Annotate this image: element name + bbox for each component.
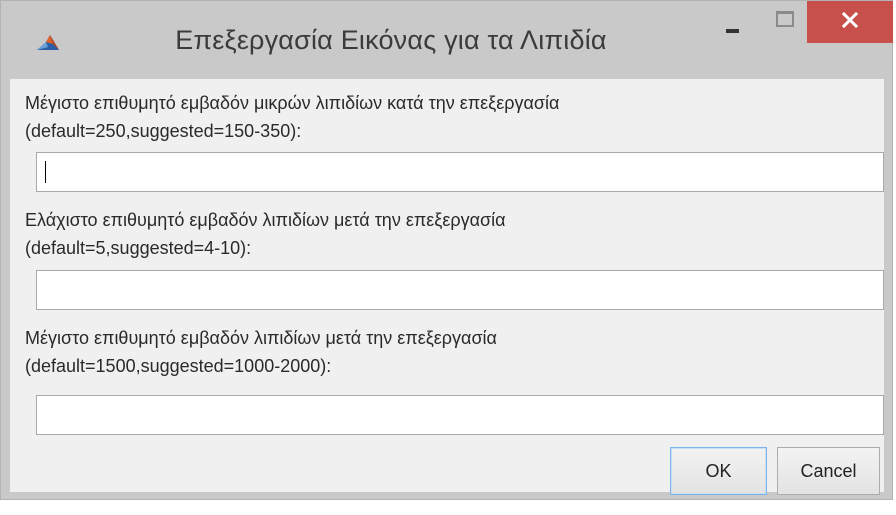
prompt-line: Ελάχιστο επιθυμητό εμβαδόν λιπιδίων μετά… bbox=[25, 210, 506, 230]
max-small-lipid-area-input[interactable] bbox=[36, 152, 884, 192]
prompt-line: Μέγιστο επιθυμητό εμβαδόν λιπιδίων μετά … bbox=[25, 328, 497, 348]
prompt-max-small-area: Μέγιστο επιθυμητό εμβαδόν μικρών λιπιδίω… bbox=[25, 89, 559, 145]
close-icon bbox=[842, 12, 858, 28]
min-lipid-area-input[interactable] bbox=[36, 270, 884, 310]
prompt-hint: (default=5,suggested=4-10): bbox=[25, 238, 252, 258]
maximize-icon bbox=[776, 11, 794, 27]
prompt-hint: (default=1500,suggested=1000-2000): bbox=[25, 356, 332, 376]
prompt-min-area: Ελάχιστο επιθυμητό εμβαδόν λιπιδίων μετά… bbox=[25, 206, 506, 262]
cancel-button[interactable]: Cancel bbox=[777, 447, 880, 495]
ok-button[interactable]: OK bbox=[670, 447, 767, 495]
minimize-icon bbox=[726, 29, 739, 33]
prompt-line: Μέγιστο επιθυμητό εμβαδόν μικρών λιπιδίω… bbox=[25, 93, 560, 113]
close-button[interactable] bbox=[807, 1, 893, 43]
input-dialog-window: Επεξεργασία Εικόνας για τα Λιπιδία Μέγισ… bbox=[0, 0, 893, 500]
dialog-body: Μέγιστο επιθυμητό εμβαδόν μικρών λιπιδίω… bbox=[10, 79, 884, 492]
title-bar[interactable]: Επεξεργασία Εικόνας για τα Λιπιδία bbox=[1, 1, 893, 79]
window-title: Επεξεργασία Εικόνας για τα Λιπιδία bbox=[175, 25, 607, 55]
prompt-max-area: Μέγιστο επιθυμητό εμβαδόν λιπιδίων μετά … bbox=[25, 324, 497, 380]
minimize-button[interactable] bbox=[711, 1, 755, 41]
matlab-icon bbox=[35, 31, 61, 53]
max-lipid-area-input[interactable] bbox=[36, 395, 884, 435]
text-caret bbox=[45, 161, 46, 183]
prompt-hint: (default=250,suggested=150-350): bbox=[25, 121, 302, 141]
maximize-button[interactable] bbox=[763, 1, 807, 41]
